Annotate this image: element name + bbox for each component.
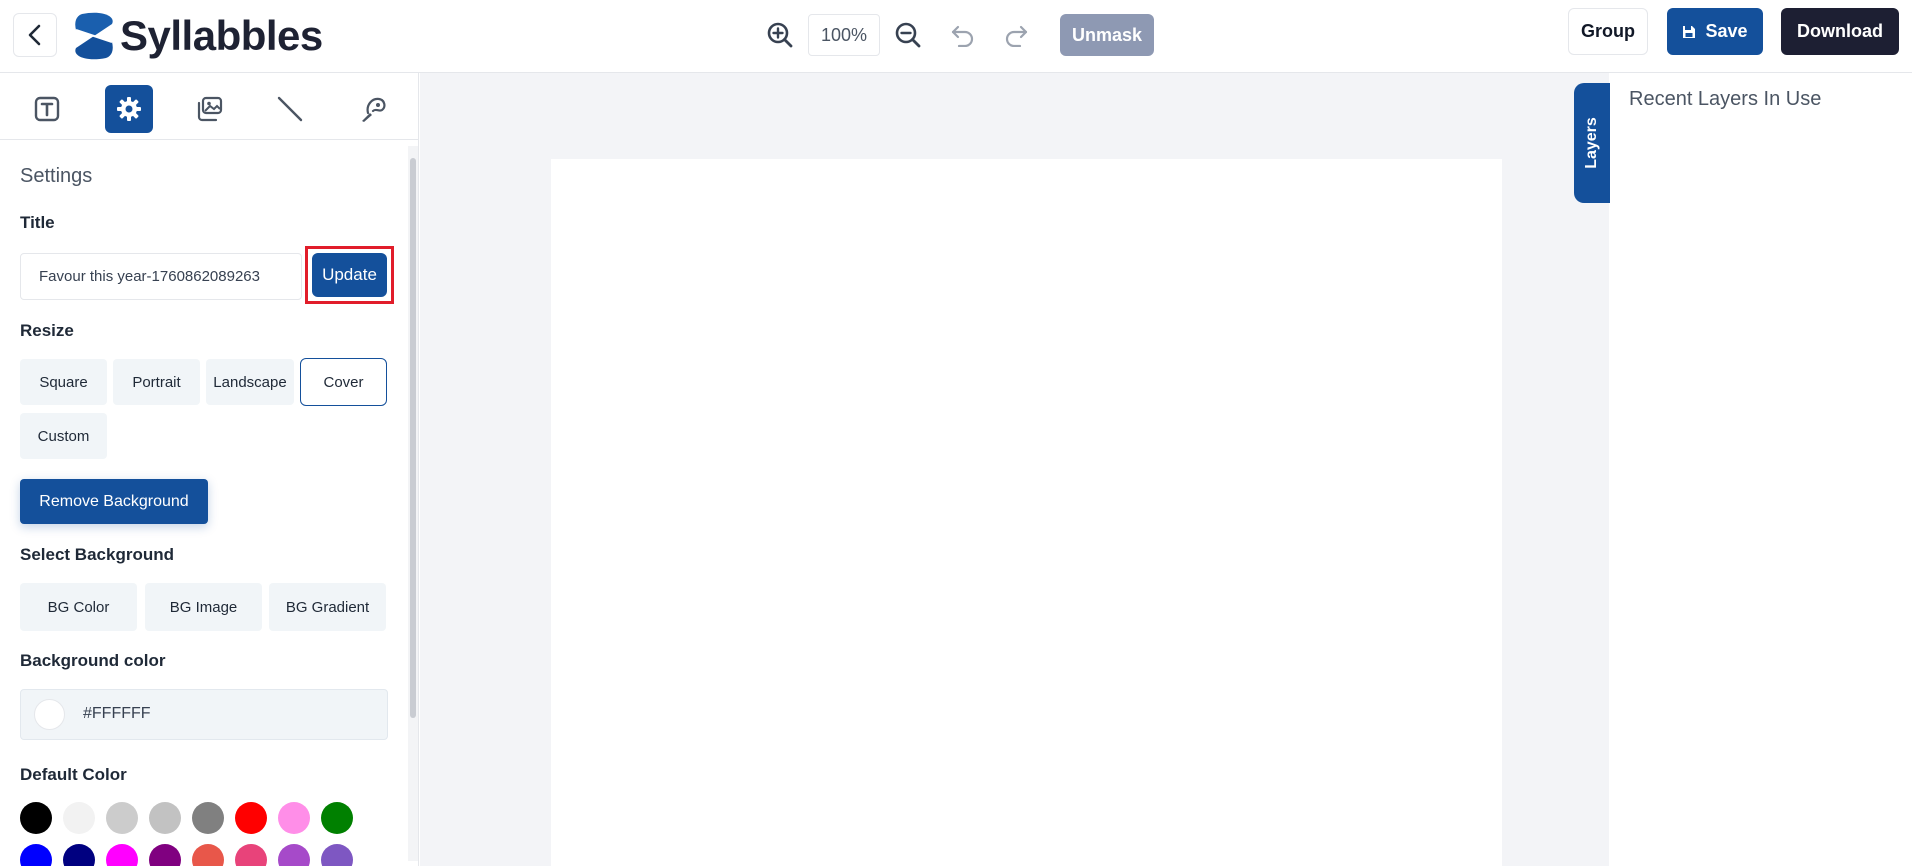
line-icon bbox=[277, 96, 303, 122]
color-dot[interactable] bbox=[321, 802, 353, 834]
brush-icon bbox=[362, 97, 386, 122]
background-color-field[interactable]: #FFFFFF bbox=[20, 689, 388, 740]
app-logo[interactable]: Syllabbles bbox=[72, 8, 323, 64]
color-dot[interactable] bbox=[63, 844, 95, 866]
back-button[interactable] bbox=[13, 13, 57, 57]
group-button[interactable]: Group bbox=[1568, 8, 1648, 55]
color-dot[interactable] bbox=[321, 844, 353, 866]
layers-tab[interactable]: Layers bbox=[1574, 83, 1610, 203]
logo-text: Syllabbles bbox=[120, 12, 323, 59]
color-dot[interactable] bbox=[20, 802, 52, 834]
left-panel: Settings Title Favour this year-17608620… bbox=[0, 73, 419, 866]
color-dot[interactable] bbox=[63, 802, 95, 834]
layers-panel: Recent Layers In Use bbox=[1609, 73, 1912, 866]
color-hex-value: #FFFFFF bbox=[83, 705, 151, 722]
layers-tab-label: Layers bbox=[1583, 117, 1600, 169]
save-label: Save bbox=[1705, 21, 1748, 41]
color-dot[interactable] bbox=[235, 802, 267, 834]
color-swatch[interactable] bbox=[34, 699, 65, 730]
zoom-in-button[interactable] bbox=[765, 20, 795, 50]
save-button[interactable]: Save bbox=[1667, 8, 1763, 55]
download-button[interactable]: Download bbox=[1781, 8, 1899, 55]
tool-text[interactable] bbox=[23, 85, 71, 133]
color-dot[interactable] bbox=[149, 844, 181, 866]
zoom-out-icon bbox=[895, 22, 921, 48]
undo-button[interactable] bbox=[948, 20, 978, 50]
title-label: Title bbox=[20, 213, 55, 232]
unmask-button[interactable]: Unmask bbox=[1060, 14, 1154, 56]
recent-layers-title: Recent Layers In Use bbox=[1629, 88, 1822, 110]
redo-icon bbox=[1005, 25, 1028, 47]
bg-gradient-tab[interactable]: BG Gradient bbox=[269, 583, 386, 631]
panel-title: Settings bbox=[20, 165, 93, 187]
canvas-area[interactable] bbox=[420, 73, 1609, 866]
images-icon bbox=[197, 96, 223, 122]
left-panel-scroll-thumb[interactable] bbox=[410, 158, 416, 718]
gear-icon bbox=[117, 97, 141, 121]
logo-mark-icon bbox=[75, 12, 113, 60]
zoom-level: 100% bbox=[808, 14, 880, 56]
resize-label: Resize bbox=[20, 321, 74, 340]
tool-settings[interactable] bbox=[105, 85, 153, 133]
update-button[interactable]: Update bbox=[312, 253, 387, 297]
color-dot[interactable] bbox=[106, 802, 138, 834]
default-color-label: Default Color bbox=[20, 765, 127, 784]
color-dot[interactable] bbox=[106, 844, 138, 866]
resize-cover-button[interactable]: Cover bbox=[300, 358, 387, 406]
select-background-label: Select Background bbox=[20, 545, 174, 564]
resize-landscape-button[interactable]: Landscape bbox=[206, 359, 294, 405]
resize-custom-button[interactable]: Custom bbox=[20, 413, 107, 459]
background-color-label: Background color bbox=[20, 651, 166, 670]
artboard[interactable] bbox=[551, 159, 1502, 866]
remove-background-button[interactable]: Remove Background bbox=[20, 479, 208, 524]
tool-images[interactable] bbox=[186, 85, 234, 133]
color-dot[interactable] bbox=[192, 844, 224, 866]
resize-portrait-button[interactable]: Portrait bbox=[113, 359, 200, 405]
floppy-disk-icon bbox=[1683, 25, 1696, 38]
chevron-left-icon bbox=[28, 24, 41, 46]
color-dot[interactable] bbox=[149, 802, 181, 834]
color-dot[interactable] bbox=[20, 844, 52, 866]
top-toolbar: Syllabbles 100% Unmask Group Save Downlo… bbox=[0, 0, 1912, 73]
title-input[interactable]: Favour this year-1760862089263 bbox=[20, 253, 302, 300]
text-icon bbox=[34, 96, 60, 122]
tool-tabs bbox=[0, 73, 419, 140]
bg-color-tab[interactable]: BG Color bbox=[20, 583, 137, 631]
zoom-out-button[interactable] bbox=[893, 20, 923, 50]
color-dot[interactable] bbox=[278, 802, 310, 834]
color-dot[interactable] bbox=[235, 844, 267, 866]
undo-icon bbox=[951, 25, 974, 47]
color-dot[interactable] bbox=[278, 844, 310, 866]
update-button-highlight: Update bbox=[305, 246, 394, 304]
color-dot[interactable] bbox=[192, 802, 224, 834]
bg-image-tab[interactable]: BG Image bbox=[145, 583, 262, 631]
tool-line[interactable] bbox=[266, 85, 314, 133]
tool-brush[interactable] bbox=[349, 85, 397, 133]
redo-button[interactable] bbox=[1001, 20, 1031, 50]
zoom-in-icon bbox=[767, 22, 793, 48]
resize-square-button[interactable]: Square bbox=[20, 359, 107, 405]
